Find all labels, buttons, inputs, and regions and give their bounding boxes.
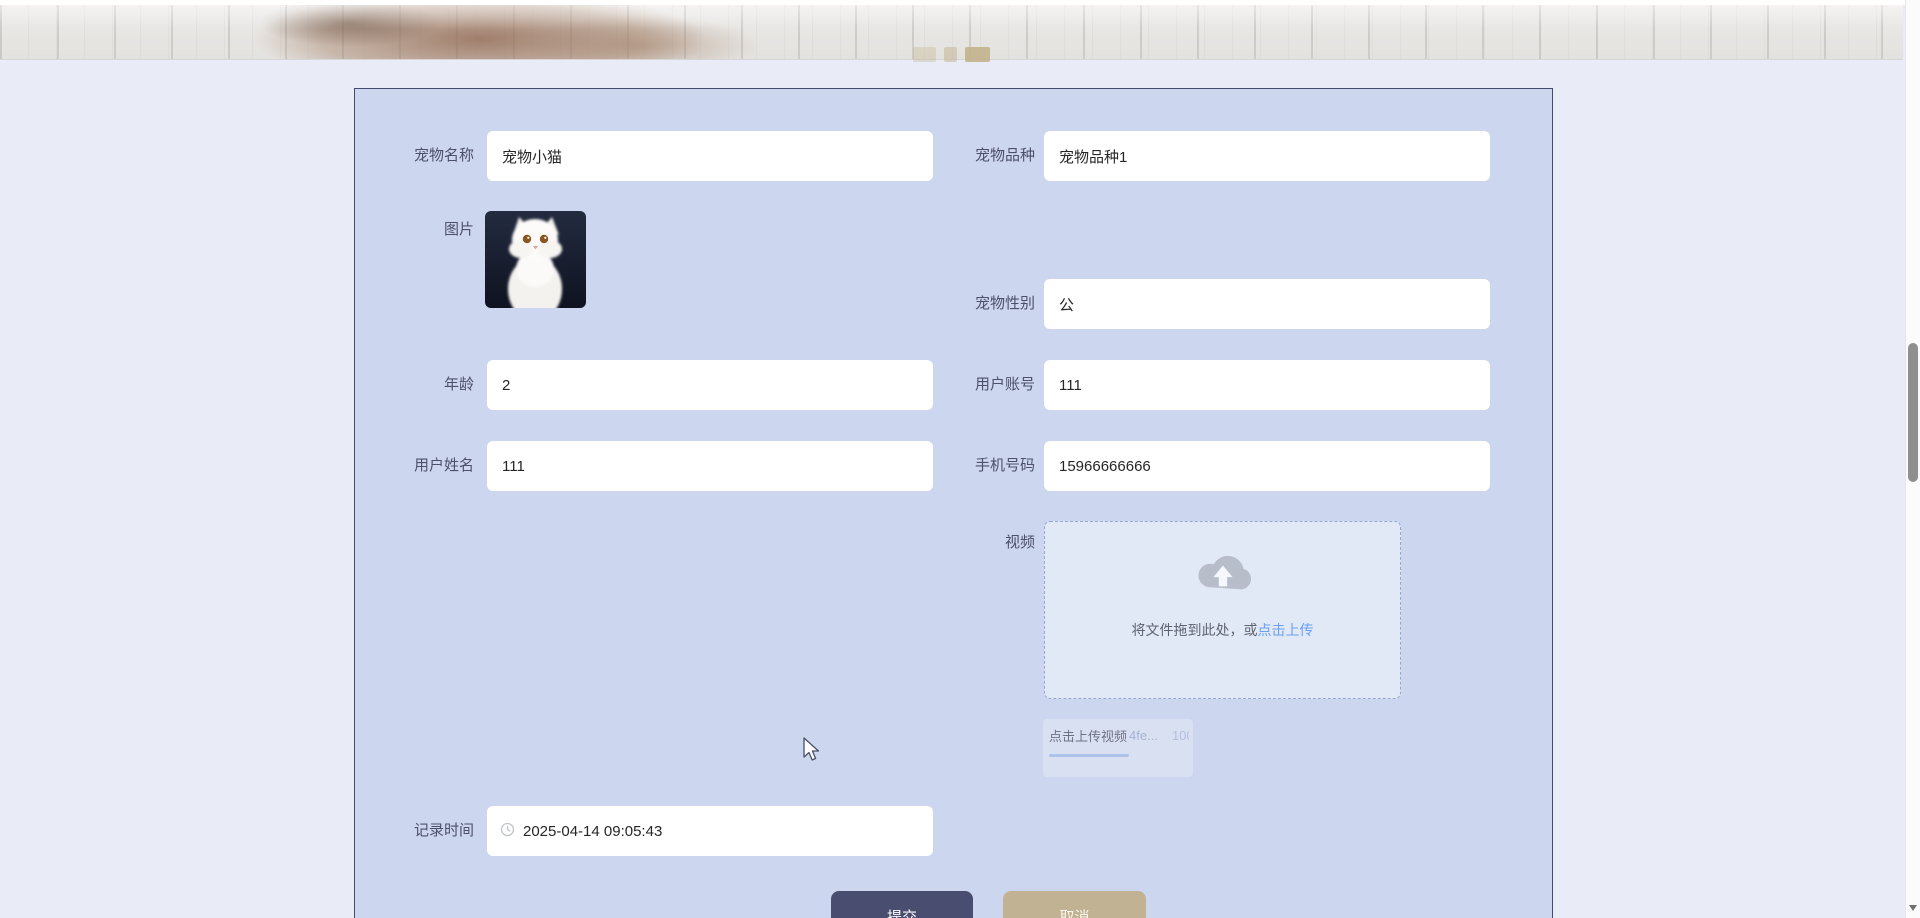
age-label: 年龄: [443, 376, 474, 393]
carousel-dot[interactable]: [944, 47, 957, 62]
pet-gender-input[interactable]: [1044, 279, 1490, 329]
video-upload-dropzone[interactable]: 将文件拖到此处，或点击上传: [1044, 521, 1401, 699]
age-input[interactable]: [487, 360, 933, 410]
scrollbar-track[interactable]: [1905, 0, 1920, 918]
clock-icon: [500, 822, 515, 837]
video-label: 视频: [1004, 534, 1035, 551]
carousel-dot[interactable]: [913, 47, 936, 62]
pet-gender-label: 宠物性别: [974, 295, 1035, 312]
upload-file-name: 4fe...: [1129, 728, 1158, 743]
upload-progress-percent: 100%: [1171, 728, 1189, 743]
user-name-input[interactable]: [487, 441, 933, 491]
upload-progress-bar: [1049, 754, 1129, 757]
user-name-label: 用户姓名: [413, 457, 474, 474]
scrollbar-down-arrow[interactable]: [1909, 905, 1917, 911]
user-account-input[interactable]: [1044, 360, 1490, 410]
upload-progress-item: 点击上传视频 4fe... 100%: [1043, 719, 1193, 777]
pet-name-input[interactable]: [487, 131, 933, 181]
upload-cloud-icon: [1197, 555, 1251, 590]
pet-breed-input[interactable]: [1044, 131, 1490, 181]
record-time-input[interactable]: [487, 806, 933, 856]
upload-video-button[interactable]: 点击上传视频: [1049, 726, 1127, 745]
record-time-label: 记录时间: [413, 822, 474, 839]
phone-input[interactable]: [1044, 441, 1490, 491]
pet-form-panel: 宠物名称 宠物品种 图片: [354, 88, 1553, 918]
image-label: 图片: [443, 221, 474, 238]
carousel-indicators: [913, 47, 990, 62]
cat-image: [485, 211, 586, 308]
cancel-button[interactable]: 取消: [1003, 891, 1146, 918]
user-account-label: 用户账号: [974, 376, 1035, 393]
scrollbar-thumb[interactable]: [1908, 343, 1918, 482]
mouse-cursor: [803, 737, 820, 761]
pet-photo[interactable]: [485, 211, 586, 308]
banner-photo: [0, 5, 1903, 62]
pet-breed-label: 宠物品种: [974, 147, 1035, 164]
phone-label: 手机号码: [974, 457, 1035, 474]
upload-click-link[interactable]: 点击上传: [1258, 622, 1314, 638]
pet-name-label: 宠物名称: [413, 147, 474, 164]
page: 宠物名称 宠物品种 图片: [0, 0, 1920, 918]
upload-drop-text: 将文件拖到此处，或: [1131, 622, 1258, 638]
carousel-dot-active[interactable]: [965, 47, 990, 62]
submit-button[interactable]: 提交: [831, 891, 973, 918]
